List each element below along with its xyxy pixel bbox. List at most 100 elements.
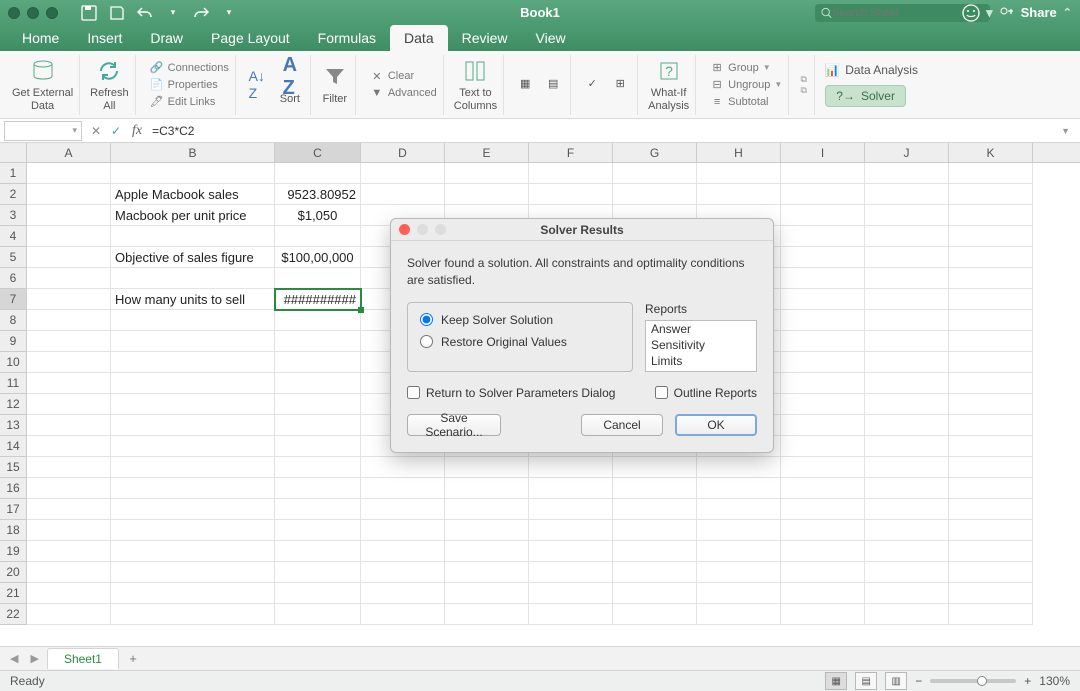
save-scenario-button[interactable]: Save Scenario... (407, 414, 501, 436)
smiley-icon[interactable] (962, 4, 980, 22)
cell-G19[interactable] (613, 541, 697, 562)
row-header-7[interactable]: 7 (0, 289, 27, 310)
redo-icon[interactable] (192, 4, 210, 22)
cell-I4[interactable] (781, 226, 865, 247)
cell-I6[interactable] (781, 268, 865, 289)
cell-G1[interactable] (613, 163, 697, 184)
cell-J14[interactable] (865, 436, 949, 457)
zoom-in-button[interactable]: + (1024, 674, 1031, 688)
subtotal-button[interactable]: ≡Subtotal (710, 94, 782, 110)
cell-C10[interactable] (275, 352, 361, 373)
column-header-E[interactable]: E (445, 143, 529, 162)
cell-C7[interactable]: ########## (275, 289, 361, 310)
return-params-checkbox[interactable]: Return to Solver Parameters Dialog (407, 386, 615, 400)
cell-F22[interactable] (529, 604, 613, 625)
cell-B14[interactable] (111, 436, 275, 457)
cell-K9[interactable] (949, 331, 1033, 352)
cell-I13[interactable] (781, 415, 865, 436)
cell-I9[interactable] (781, 331, 865, 352)
cell-A4[interactable] (27, 226, 111, 247)
consolidate-button[interactable]: ⊞ (609, 71, 631, 99)
reports-listbox[interactable]: Answer Sensitivity Limits (645, 320, 757, 372)
cell-B6[interactable] (111, 268, 275, 289)
cell-C4[interactable] (275, 226, 361, 247)
save-icon[interactable] (80, 4, 98, 22)
cell-K2[interactable] (949, 184, 1033, 205)
cell-C6[interactable] (275, 268, 361, 289)
save-icon-2[interactable] (108, 4, 126, 22)
cell-I3[interactable] (781, 205, 865, 226)
row-header-5[interactable]: 5 (0, 247, 27, 268)
cell-E16[interactable] (445, 478, 529, 499)
dialog-close-icon[interactable] (399, 224, 410, 235)
cell-I12[interactable] (781, 394, 865, 415)
formula-expand-icon[interactable]: ▼ (1055, 126, 1076, 136)
cell-C17[interactable] (275, 499, 361, 520)
cell-F18[interactable] (529, 520, 613, 541)
row-header-11[interactable]: 11 (0, 373, 27, 394)
cell-I19[interactable] (781, 541, 865, 562)
fx-icon[interactable]: fx (132, 123, 142, 139)
row-header-1[interactable]: 1 (0, 163, 27, 184)
maximize-traffic[interactable] (46, 7, 58, 19)
tab-data[interactable]: Data (390, 25, 448, 51)
cell-A13[interactable] (27, 415, 111, 436)
cell-J17[interactable] (865, 499, 949, 520)
cell-E22[interactable] (445, 604, 529, 625)
restore-values-radio[interactable]: Restore Original Values (420, 335, 620, 349)
cell-J5[interactable] (865, 247, 949, 268)
row-header-8[interactable]: 8 (0, 310, 27, 331)
report-answer[interactable]: Answer (646, 321, 756, 337)
get-external-data-button[interactable]: Get External Data (12, 57, 73, 112)
cell-K22[interactable] (949, 604, 1033, 625)
column-header-C[interactable]: C (275, 143, 361, 162)
cell-K17[interactable] (949, 499, 1033, 520)
cell-C21[interactable] (275, 583, 361, 604)
tab-formulas[interactable]: Formulas (304, 25, 390, 51)
column-header-H[interactable]: H (697, 143, 781, 162)
report-limits[interactable]: Limits (646, 353, 756, 369)
cell-I7[interactable] (781, 289, 865, 310)
row-header-13[interactable]: 13 (0, 415, 27, 436)
cell-J12[interactable] (865, 394, 949, 415)
cell-J16[interactable] (865, 478, 949, 499)
cell-B12[interactable] (111, 394, 275, 415)
cell-G18[interactable] (613, 520, 697, 541)
cell-F17[interactable] (529, 499, 613, 520)
cell-D20[interactable] (361, 562, 445, 583)
select-all-triangle[interactable] (0, 143, 27, 162)
cell-B15[interactable] (111, 457, 275, 478)
cell-D16[interactable] (361, 478, 445, 499)
cell-A11[interactable] (27, 373, 111, 394)
cell-B8[interactable] (111, 310, 275, 331)
cell-H1[interactable] (697, 163, 781, 184)
column-header-J[interactable]: J (865, 143, 949, 162)
share-button[interactable]: Share (1021, 5, 1057, 20)
cell-K13[interactable] (949, 415, 1033, 436)
cell-J8[interactable] (865, 310, 949, 331)
cell-D1[interactable] (361, 163, 445, 184)
tab-insert[interactable]: Insert (73, 25, 136, 51)
row-header-19[interactable]: 19 (0, 541, 27, 562)
cell-A22[interactable] (27, 604, 111, 625)
cell-J19[interactable] (865, 541, 949, 562)
cell-I5[interactable] (781, 247, 865, 268)
row-header-6[interactable]: 6 (0, 268, 27, 289)
close-traffic[interactable] (8, 7, 20, 19)
cell-K14[interactable] (949, 436, 1033, 457)
cell-D15[interactable] (361, 457, 445, 478)
cell-J3[interactable] (865, 205, 949, 226)
cell-A12[interactable] (27, 394, 111, 415)
zoom-out-button[interactable]: − (915, 674, 922, 688)
sort-button[interactable]: AZ Sort (276, 63, 304, 106)
cell-A10[interactable] (27, 352, 111, 373)
cell-B11[interactable] (111, 373, 275, 394)
cell-K3[interactable] (949, 205, 1033, 226)
cell-A3[interactable] (27, 205, 111, 226)
data-validation-button[interactable]: ✓ (581, 71, 603, 99)
column-header-I[interactable]: I (781, 143, 865, 162)
cell-B13[interactable] (111, 415, 275, 436)
cell-A17[interactable] (27, 499, 111, 520)
cell-C8[interactable] (275, 310, 361, 331)
row-header-15[interactable]: 15 (0, 457, 27, 478)
